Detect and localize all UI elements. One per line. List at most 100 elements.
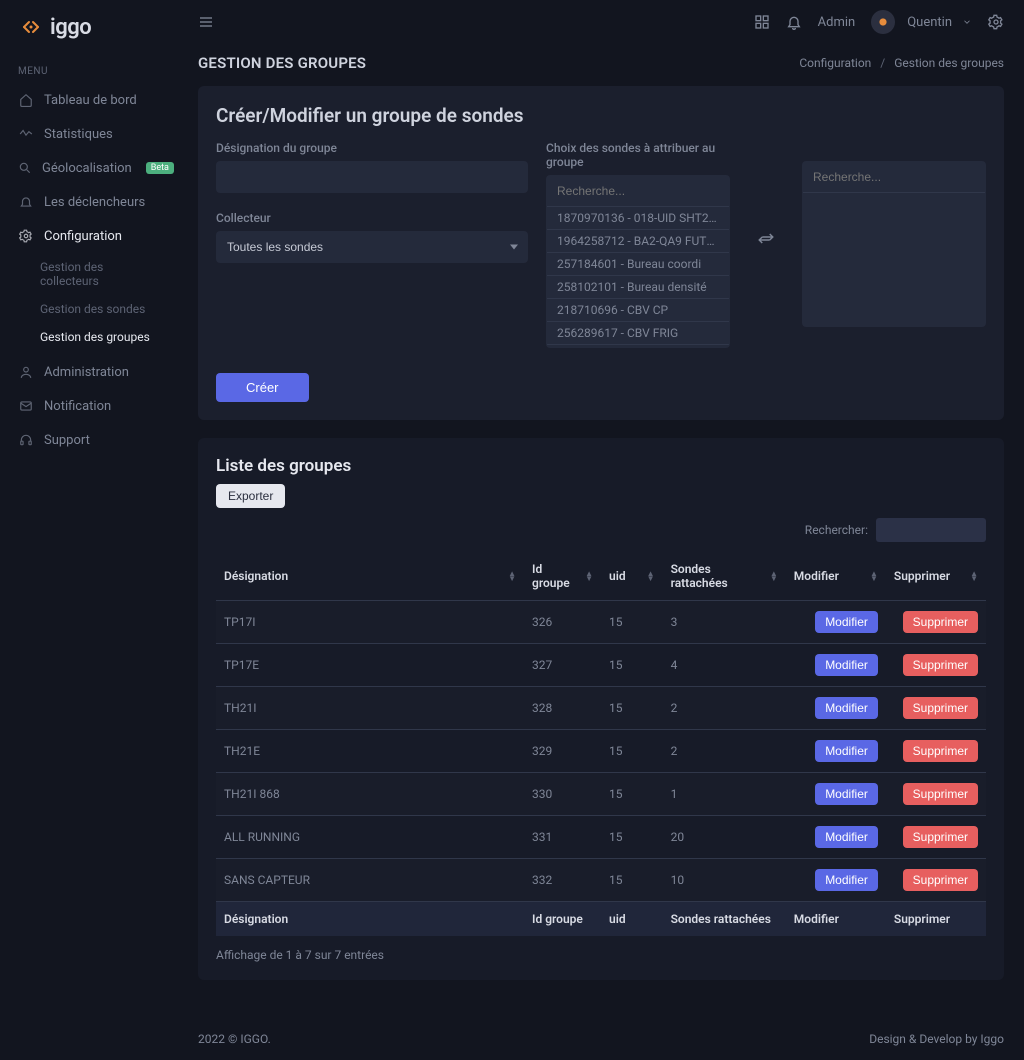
th-designation[interactable]: Désignation — [224, 569, 288, 583]
cell-designation: TH21I — [216, 687, 524, 730]
th-uid[interactable]: uid — [609, 569, 626, 583]
table-row: TP17I326153ModifierSupprimer — [216, 601, 986, 644]
menu-section-label: MENU — [0, 60, 178, 83]
menu-toggle-icon[interactable] — [198, 14, 214, 30]
activity-icon — [18, 126, 34, 142]
subnav-groupes[interactable]: Gestion des groupes — [0, 323, 178, 351]
swap-icon[interactable] — [757, 231, 775, 249]
sidebar-item-config[interactable]: Configuration — [0, 219, 178, 253]
cell-uid: 15 — [601, 816, 663, 859]
modify-button[interactable]: Modifier — [815, 654, 878, 676]
cell-designation: TH21I 868 — [216, 773, 524, 816]
subnav-sondes[interactable]: Gestion des sondes — [0, 295, 178, 323]
cell-idgroupe: 332 — [524, 859, 601, 902]
cell-idgroupe: 327 — [524, 644, 601, 687]
designation-input[interactable] — [216, 161, 528, 193]
gear-icon[interactable] — [988, 14, 1004, 30]
bell-icon — [18, 194, 34, 210]
create-group-panel: Créer/Modifier un groupe de sondes Désig… — [198, 86, 1004, 420]
table-row: TH21I 868330151ModifierSupprimer — [216, 773, 986, 816]
footer: 2022 © IGGO. Design & Develop by Iggo — [178, 1018, 1024, 1060]
delete-button[interactable]: Supprimer — [903, 740, 978, 762]
modify-button[interactable]: Modifier — [815, 740, 878, 762]
cell-sondes: 2 — [663, 730, 786, 773]
tf-supprimer: Supprimer — [894, 912, 950, 926]
delete-button[interactable]: Supprimer — [903, 826, 978, 848]
sort-icon[interactable]: ▲▼ — [585, 571, 593, 581]
assigned-search-input[interactable] — [803, 162, 985, 193]
sidebar-item-notification[interactable]: Notification — [0, 389, 178, 423]
sidebar-item-support[interactable]: Support — [0, 423, 178, 457]
delete-button[interactable]: Supprimer — [903, 783, 978, 805]
sidebar-item-label: Configuration — [44, 229, 122, 244]
beta-badge: Beta — [146, 162, 174, 174]
sidebar-item-admin[interactable]: Administration — [0, 355, 178, 389]
delete-button[interactable]: Supprimer — [903, 654, 978, 676]
sidebar-item-stats[interactable]: Statistiques — [0, 117, 178, 151]
cell-designation: TP17E — [216, 644, 524, 687]
brand-text: iggo — [50, 15, 91, 40]
th-sondes[interactable]: Sondes rattachées — [671, 562, 764, 590]
list-item[interactable]: 1964258712 - BA2-QA9 FUTUR — [547, 230, 729, 253]
export-button[interactable]: Exporter — [216, 484, 285, 508]
delete-button[interactable]: Supprimer — [903, 697, 978, 719]
topbar-admin-label[interactable]: Admin — [818, 15, 856, 30]
list-item[interactable]: 256289617 - CBV FRIG — [547, 322, 729, 345]
collector-label: Collecteur — [216, 211, 528, 225]
breadcrumb-current: Gestion des groupes — [894, 56, 1004, 70]
modify-button[interactable]: Modifier — [815, 611, 878, 633]
table-row: TH21E329152ModifierSupprimer — [216, 730, 986, 773]
list-item[interactable]: 1870970136 - 018-UID SHT21 NOBOX — [547, 207, 729, 230]
modify-button[interactable]: Modifier — [815, 783, 878, 805]
mail-icon — [18, 398, 34, 414]
designation-label: Désignation du groupe — [216, 141, 528, 155]
available-search-input[interactable] — [547, 176, 729, 207]
cell-idgroupe: 328 — [524, 687, 601, 730]
th-idgroupe[interactable]: Id groupe — [532, 562, 579, 590]
sort-icon[interactable]: ▲▼ — [870, 571, 878, 581]
sort-icon[interactable]: ▲▼ — [647, 571, 655, 581]
apps-grid-icon[interactable] — [754, 14, 770, 30]
sidebar-item-triggers[interactable]: Les déclencheurs — [0, 185, 178, 219]
table-search-input[interactable] — [876, 518, 986, 542]
list-item[interactable]: 258102101 - Bureau densité — [547, 276, 729, 299]
cell-uid: 15 — [601, 859, 663, 902]
delete-button[interactable]: Supprimer — [903, 869, 978, 891]
breadcrumb-parent[interactable]: Configuration — [799, 56, 871, 70]
brand-logo[interactable]: iggo — [0, 0, 178, 60]
cell-sondes: 20 — [663, 816, 786, 859]
settings-icon — [18, 228, 34, 244]
topbar: Admin Quentin — [178, 0, 1024, 44]
cell-designation: TP17I — [216, 601, 524, 644]
sidebar: iggo MENU Tableau de bord Statistiques — [0, 0, 178, 1060]
cell-idgroupe: 329 — [524, 730, 601, 773]
sidebar-item-geo[interactable]: Géolocalisation Beta — [0, 151, 178, 185]
sort-icon[interactable]: ▲▼ — [770, 571, 778, 581]
list-title: Liste des groupes — [216, 456, 986, 476]
collector-select[interactable]: Toutes les sondes — [216, 231, 528, 263]
sort-icon[interactable]: ▲▼ — [970, 571, 978, 581]
modify-button[interactable]: Modifier — [815, 826, 878, 848]
modify-button[interactable]: Modifier — [815, 697, 878, 719]
sort-icon[interactable]: ▲▼ — [508, 571, 516, 581]
avatar-icon — [871, 10, 895, 34]
headphones-icon — [18, 432, 34, 448]
user-menu[interactable]: Quentin — [871, 10, 972, 34]
sidebar-item-dashboard[interactable]: Tableau de bord — [0, 83, 178, 117]
sidebar-item-label: Support — [44, 433, 90, 448]
chevron-down-icon — [962, 17, 972, 27]
subnav-collectors[interactable]: Gestion des collecteurs — [0, 253, 178, 295]
available-sondes-list: 1870970136 - 018-UID SHT21 NOBOX19642587… — [546, 175, 730, 348]
list-item[interactable]: 257184601 - Bureau coordi — [547, 253, 729, 276]
list-item[interactable]: 258610959 - CEMAFROID — [547, 345, 729, 347]
delete-button[interactable]: Supprimer — [903, 611, 978, 633]
assigned-label — [802, 141, 986, 155]
cell-designation: ALL RUNNING — [216, 816, 524, 859]
create-button[interactable]: Créer — [216, 373, 309, 402]
list-item[interactable]: 218710696 - CBV CP — [547, 299, 729, 322]
notifications-icon[interactable] — [786, 14, 802, 30]
modify-button[interactable]: Modifier — [815, 869, 878, 891]
footer-left: 2022 © IGGO. — [198, 1032, 271, 1046]
cell-uid: 15 — [601, 730, 663, 773]
cell-uid: 15 — [601, 601, 663, 644]
